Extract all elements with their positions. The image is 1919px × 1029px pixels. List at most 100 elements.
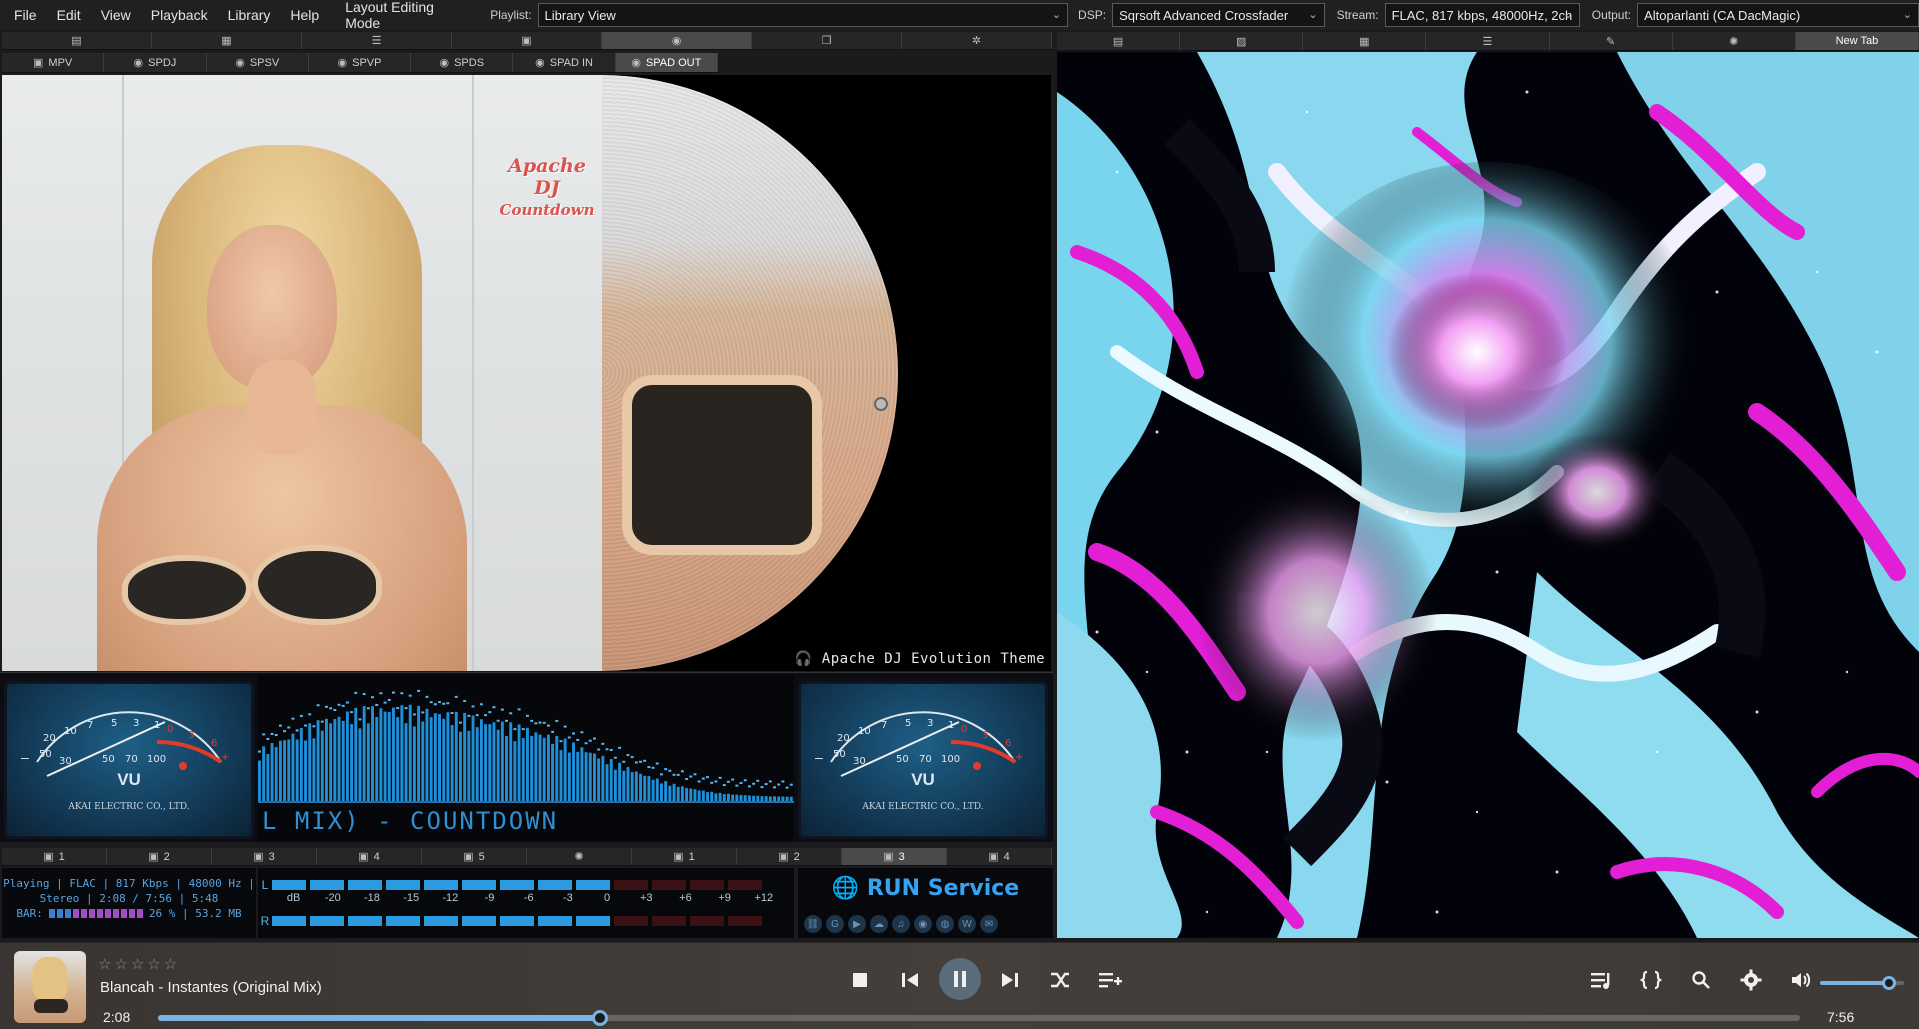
spectrum-bar <box>538 734 542 801</box>
spectrum-peak <box>308 713 312 716</box>
lower-tab-1[interactable]: ▣ 2 <box>107 848 212 865</box>
spectrum-bar <box>542 737 546 801</box>
buffer-segment <box>56 909 63 918</box>
spectrum-bar <box>655 778 659 801</box>
search-button[interactable] <box>1684 963 1718 997</box>
lower-tab-0[interactable]: ▣ 1 <box>2 848 107 865</box>
menu-playback[interactable]: Playback <box>141 7 218 23</box>
spectrum-peak <box>722 784 726 787</box>
add-to-queue-button[interactable] <box>1093 963 1127 997</box>
menu-file[interactable]: File <box>0 7 47 23</box>
lower-tab-7[interactable]: ▣ 2 <box>737 848 842 865</box>
spectrum-bar <box>379 708 383 801</box>
menu-view[interactable]: View <box>91 7 141 23</box>
rating-stars[interactable]: ☆☆☆☆☆ <box>98 955 180 973</box>
spectrum-peak <box>412 713 416 716</box>
buffer-segments <box>48 909 143 918</box>
left-icon-tab-1[interactable]: ▦ <box>152 32 302 49</box>
settings-button[interactable] <box>1734 963 1768 997</box>
previous-button[interactable] <box>893 963 927 997</box>
pause-button[interactable] <box>939 958 981 1000</box>
left-icon-tab-5[interactable]: ❐ <box>752 32 902 49</box>
menu-edit[interactable]: Edit <box>47 7 91 23</box>
dsp-select[interactable]: Sqrsoft Advanced Crossfader ⌄ <box>1112 3 1325 27</box>
level-block <box>690 916 724 926</box>
link-icon[interactable]: ⛓ <box>804 915 822 933</box>
album-thumbnail[interactable] <box>14 951 86 1023</box>
right-tab-1[interactable]: ▨ <box>1180 32 1304 50</box>
level-blocks-left <box>272 880 762 890</box>
wiki-icon[interactable]: W <box>958 915 976 933</box>
level-block <box>728 880 762 890</box>
right-tab-3[interactable]: ☰ <box>1426 32 1550 50</box>
seek-bar[interactable] <box>158 1010 1800 1026</box>
tab-spsv-2[interactable]: ◉ SPSV <box>207 53 309 72</box>
playlist-select[interactable]: Library View ⌄ <box>537 3 1069 27</box>
lower-tab-4[interactable]: ▣ 5 <box>422 848 527 865</box>
menu-help[interactable]: Help <box>280 7 329 23</box>
volume-button[interactable] <box>1784 963 1818 997</box>
spectrum-bar <box>735 794 739 801</box>
chevron-down-icon: ⌄ <box>1902 9 1913 21</box>
volume-handle[interactable] <box>1881 976 1896 990</box>
service-icon-row: ⛓ G ▶ ☁ ♫ ◉ ◍ W ✉ <box>800 912 1052 936</box>
seek-handle[interactable] <box>591 1010 608 1026</box>
spectrum-peak <box>500 708 504 711</box>
right-tab-2[interactable]: ▦ <box>1303 32 1427 50</box>
video-icon[interactable]: ▶ <box>848 915 866 933</box>
lower-tab-6[interactable]: ▣ 1 <box>632 848 737 865</box>
volume-slider[interactable] <box>1820 976 1904 990</box>
tab-spad-in-5[interactable]: ◉ SPAD IN <box>513 53 616 72</box>
spectrum-bar <box>697 790 701 801</box>
tab-spvp-3[interactable]: ◉ SPVP <box>309 53 412 72</box>
lower-tab-9[interactable]: ▣ 4 <box>947 848 1052 865</box>
output-select[interactable]: Altoparlanti (CA DacMagic) ⌄ <box>1637 3 1919 27</box>
spotify-icon[interactable]: ♫ <box>892 915 910 933</box>
left-icon-tab-0[interactable]: ▤ <box>2 32 152 49</box>
dsp-value: Sqrsoft Advanced Crossfader <box>1119 7 1289 23</box>
tab-spad-out-6[interactable]: ◉ SPAD OUT <box>615 53 718 72</box>
lower-tab-2[interactable]: ▣ 3 <box>212 848 317 865</box>
right-tab-4[interactable]: ✎ <box>1550 32 1673 50</box>
spectrum-baseline <box>258 801 794 803</box>
right-tab-6[interactable]: New Tab <box>1795 32 1919 50</box>
left-icon-tab-4[interactable]: ◉ <box>602 32 752 49</box>
next-button[interactable] <box>993 963 1027 997</box>
cloud-icon[interactable]: ☁ <box>870 915 888 933</box>
spectrum-bar <box>668 785 672 801</box>
tab-mpv-0[interactable]: ▣ MPV <box>2 53 105 72</box>
spectrum-bar <box>396 717 400 801</box>
disc-icon[interactable]: ◉ <box>914 915 932 933</box>
tab-spdj-1[interactable]: ◉ SPDJ <box>104 53 207 72</box>
spectrum-peak <box>551 730 555 733</box>
volume-fill <box>1820 981 1889 985</box>
spectrum-bar <box>383 711 387 801</box>
run-service-button[interactable]: 🌐 RUN Service <box>798 876 1053 901</box>
lower-tab-8[interactable]: ▣ 3 <box>842 848 947 865</box>
left-icon-tab-3[interactable]: ▣ <box>452 32 602 49</box>
chat-icon[interactable]: ✉ <box>980 915 998 933</box>
shuffle-button[interactable] <box>1043 963 1077 997</box>
right-tab-0[interactable]: ▤ <box>1057 32 1181 50</box>
lower-tab-3[interactable]: ▣ 4 <box>317 848 422 865</box>
globe-icon[interactable]: ◍ <box>936 915 954 933</box>
level-blocks-right <box>272 916 762 926</box>
google-icon[interactable]: G <box>826 915 844 933</box>
menu-layout-editing-mode[interactable]: Layout Editing Mode <box>335 0 478 31</box>
queue-button[interactable] <box>1584 963 1618 997</box>
left-icon-tab-6[interactable]: ✲ <box>902 32 1052 49</box>
menu-library[interactable]: Library <box>218 7 281 23</box>
stream-select[interactable]: FLAC, 817 kbps, 48000Hz, 2ch ⌄ <box>1384 3 1580 27</box>
tab-spds-4[interactable]: ◉ SPDS <box>411 53 514 72</box>
spectrum-peak <box>710 781 714 784</box>
svg-text:20: 20 <box>43 733 56 744</box>
lower-tab-5[interactable]: ✺ <box>527 848 632 865</box>
spectrum-peak <box>651 766 655 769</box>
lyrics-button[interactable] <box>1634 963 1668 997</box>
db-tick: +12 <box>754 892 774 904</box>
right-tab-5[interactable]: ✺ <box>1673 32 1796 50</box>
left-icon-tab-2[interactable]: ☰ <box>302 32 452 49</box>
stop-button[interactable] <box>843 963 877 997</box>
spectrum-bar <box>425 708 429 801</box>
buffer-segment <box>104 909 111 918</box>
